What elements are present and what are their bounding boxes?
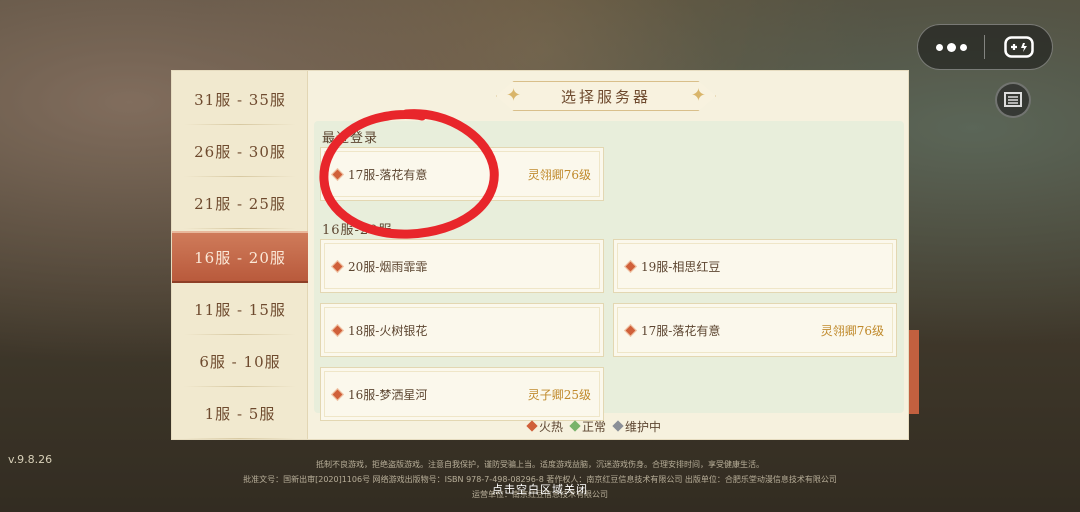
star-ornament-icon: ✦	[506, 85, 522, 106]
range-tab[interactable]: 11服 - 15服	[172, 283, 308, 335]
maintenance-diamond-icon	[612, 420, 624, 432]
status-hot-icon	[331, 323, 344, 337]
character-rank: 灵翎卿76级	[820, 323, 884, 338]
miniprogram-capsule	[917, 24, 1053, 70]
server-select-panel: 31服 - 35服 26服 - 30服 21服 - 25服 16服 - 20服 …	[171, 70, 909, 440]
game-center-button[interactable]	[985, 25, 1052, 69]
status-hot-icon	[624, 323, 637, 337]
gamepad-icon	[1003, 36, 1034, 58]
status-hot-icon	[331, 387, 344, 401]
more-dots-icon	[935, 43, 943, 51]
status-hot-icon	[331, 167, 344, 181]
server-name: 17服-落花有意	[641, 323, 721, 338]
group-label: 16服-20服	[322, 223, 393, 238]
server-name: 19服-相思红豆	[641, 259, 721, 274]
book-badge[interactable]	[995, 82, 1031, 118]
server-name: 18服-火树银花	[348, 323, 428, 338]
legend-normal: 正常	[569, 418, 606, 435]
server-item[interactable]: 18服-火树银花	[320, 303, 604, 357]
status-legend: 火热 正常 维护中	[526, 417, 661, 435]
range-tab[interactable]: 21服 - 25服	[172, 177, 308, 229]
server-content: 最近登录 17服-落花有意 灵翎卿76级 16服-20服 20服-烟雨霏霏 19…	[314, 121, 904, 421]
character-rank: 灵翎卿76级	[527, 167, 591, 182]
version-label: v.9.8.26	[8, 453, 53, 466]
range-tab[interactable]: 1服 - 5服	[172, 387, 308, 439]
more-button[interactable]	[918, 25, 984, 69]
range-tab-active[interactable]: 16服 - 20服	[172, 231, 308, 283]
range-tab[interactable]: 26服 - 30服	[172, 125, 308, 177]
server-name: 16服-梦洒星河	[348, 387, 428, 402]
server-range-list: 31服 - 35服 26服 - 30服 21服 - 25服 16服 - 20服 …	[172, 71, 308, 439]
server-item[interactable]: 17服-落花有意 灵翎卿76级	[613, 303, 897, 357]
server-item[interactable]: 20服-烟雨霏霏	[320, 239, 604, 293]
range-tab[interactable]: 6服 - 10服	[172, 335, 308, 387]
normal-diamond-icon	[569, 420, 581, 432]
status-hot-icon	[331, 259, 344, 273]
health-notice: 抵制不良游戏，拒绝盗版游戏。注意自我保护，谨防受骗上当。适度游戏益脑，沉迷游戏伤…	[316, 460, 764, 469]
panel-title: 选择服务器	[560, 87, 651, 106]
server-name: 20服-烟雨霏霏	[348, 259, 428, 274]
close-hint[interactable]: 点击空白区域关闭	[440, 481, 640, 497]
book-icon	[1004, 92, 1022, 107]
panel-title-frame: ✦ 选择服务器 ✦	[496, 81, 716, 111]
hot-diamond-icon	[526, 420, 538, 432]
star-ornament-icon: ✦	[690, 85, 706, 106]
server-item[interactable]: 16服-梦洒星河 灵子卿25级	[320, 367, 604, 421]
legend-maintenance: 维护中	[612, 418, 661, 435]
character-rank: 灵子卿25级	[527, 387, 591, 402]
status-hot-icon	[624, 259, 637, 273]
recent-label: 最近登录	[322, 131, 379, 146]
server-name: 17服-落花有意	[348, 167, 428, 182]
legend-hot: 火热	[526, 418, 563, 435]
server-item[interactable]: 19服-相思红豆	[613, 239, 897, 293]
range-tab[interactable]: 31服 - 35服	[172, 73, 308, 125]
recent-server[interactable]: 17服-落花有意 灵翎卿76级	[320, 147, 604, 201]
